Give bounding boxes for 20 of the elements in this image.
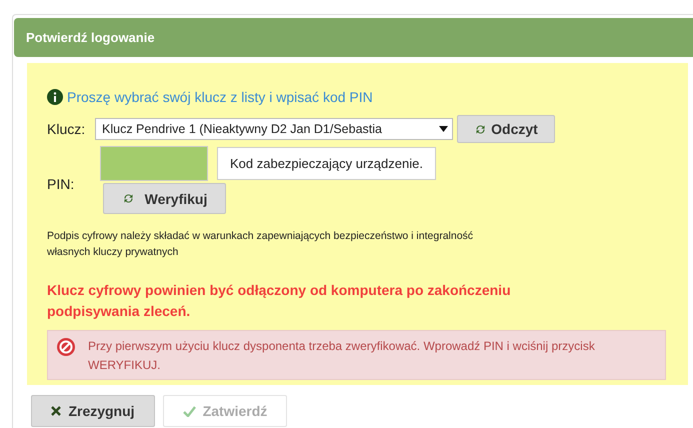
check-icon bbox=[182, 406, 196, 416]
info-message: Proszę wybrać swój klucz z listy i wpisać kod PIN bbox=[67, 89, 373, 105]
cancel-button[interactable]: Zrezygnuj bbox=[31, 395, 155, 427]
verify-button[interactable]: Weryfikuj bbox=[103, 183, 226, 214]
refresh-icon bbox=[122, 192, 135, 205]
pin-field[interactable] bbox=[100, 146, 208, 181]
warning-message: Klucz cyfrowy powinien być odłączony od komputera po zakończeniu podpisywania zleceń. bbox=[47, 281, 512, 321]
error-message: Przy pierwszym użyciu klucz dysponenta trzeba zweryfikować. Wprowadź PIN i wciśnij przycisk WERYFIKUJ. bbox=[88, 338, 596, 374]
info-icon bbox=[47, 89, 63, 105]
window-title: Potwierdź logowanie bbox=[14, 18, 693, 57]
tooltip: Kod zabezpieczający urządzenie. bbox=[217, 147, 436, 180]
key-label: Klucz: bbox=[47, 121, 86, 137]
refresh-icon bbox=[474, 122, 488, 136]
pin-label: PIN: bbox=[47, 175, 76, 192]
key-select[interactable]: Klucz Pendrive 1 (Nieaktywny D2 Jan D1/Sebastia bbox=[95, 118, 453, 140]
close-icon bbox=[51, 406, 62, 416]
caret-icon bbox=[439, 126, 448, 132]
read-button[interactable]: Odczyt bbox=[457, 115, 555, 143]
no-entry-icon bbox=[56, 337, 76, 357]
signature-note: Podpis cyfrowy należy składać w warunkach zapewniających bezpieczeństwo i integralność własnych kluczy prywatnych bbox=[47, 229, 474, 260]
